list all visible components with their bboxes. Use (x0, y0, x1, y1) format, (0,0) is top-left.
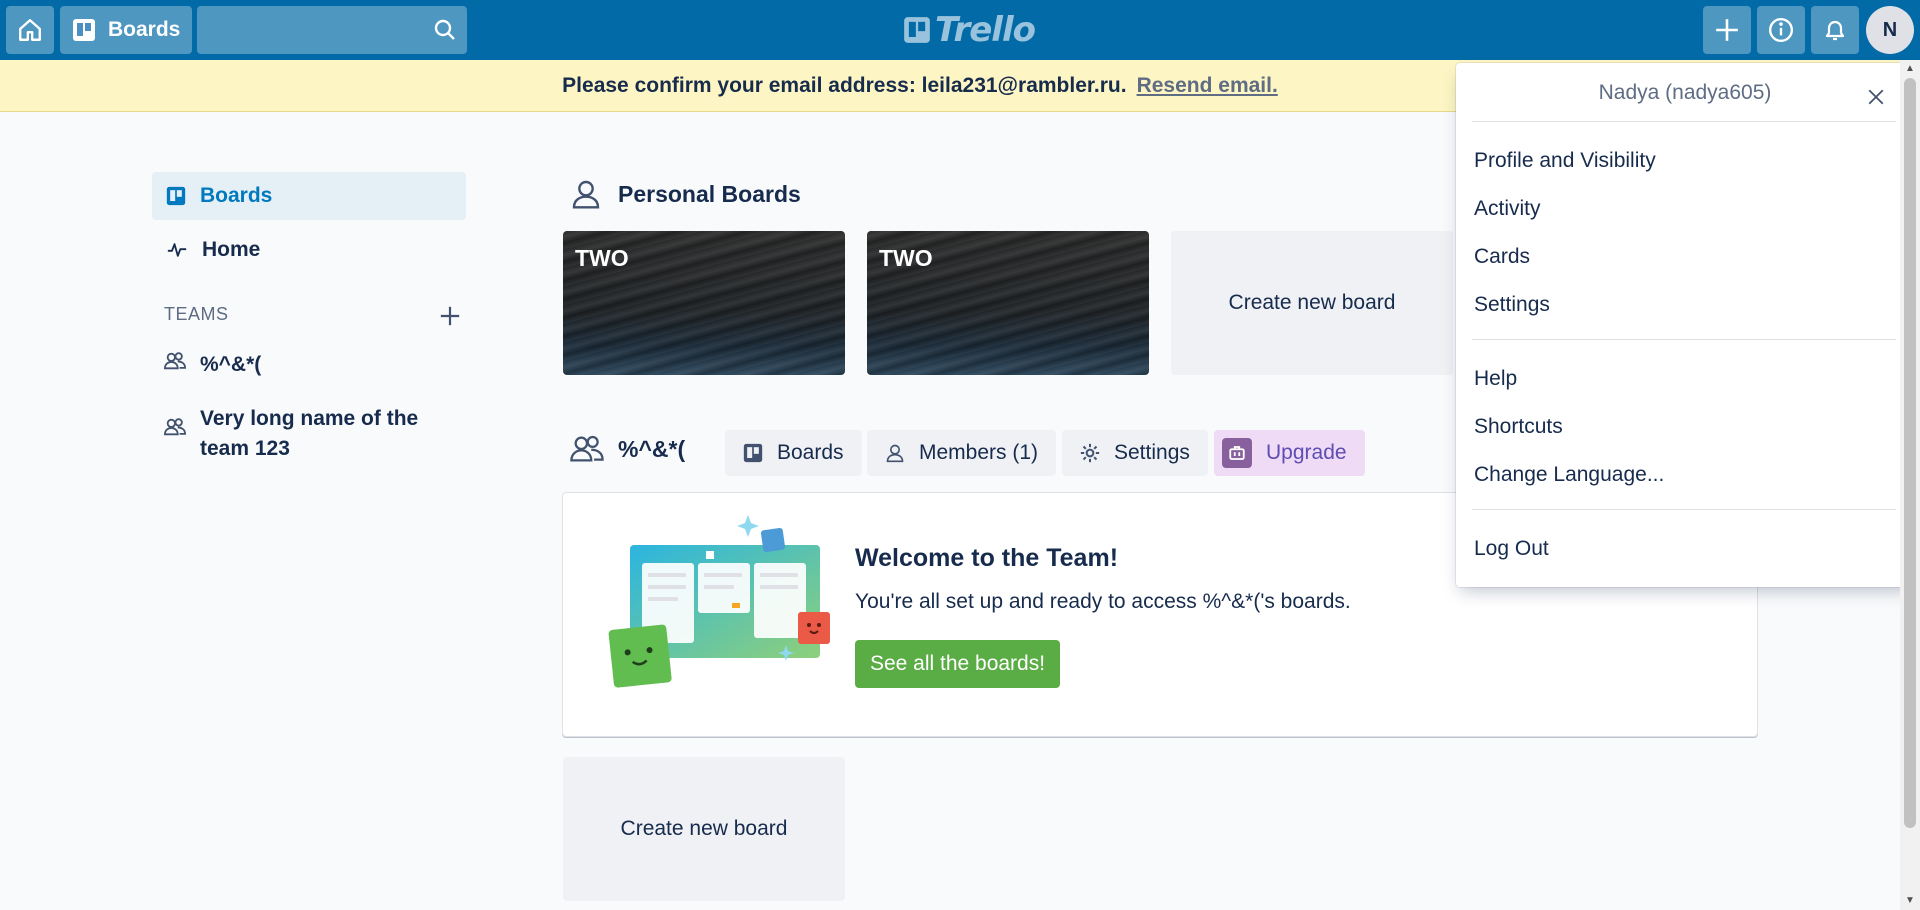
create-button[interactable] (1703, 6, 1751, 54)
menu-item-shortcuts[interactable]: Shortcuts (1474, 415, 1563, 439)
gear-icon (1080, 443, 1100, 463)
search-input[interactable] (197, 6, 467, 54)
bell-icon (1825, 20, 1845, 41)
scrollbar-thumb[interactable] (1904, 78, 1916, 828)
close-icon (1868, 89, 1884, 105)
sidebar-team-item[interactable]: %^&*( (164, 350, 261, 380)
menu-divider (1472, 339, 1896, 340)
create-new-board-tile[interactable]: Create new board (1171, 231, 1453, 375)
create-new-board-label: Create new board (1228, 291, 1396, 314)
board-tile[interactable]: TWO (563, 231, 845, 375)
page-scrollbar[interactable]: ▲ ▼ (1900, 60, 1920, 910)
sidebar-item-home[interactable]: Home (152, 226, 466, 274)
sidebar-item-label: Home (202, 238, 261, 261)
menu-item-activity[interactable]: Activity (1474, 197, 1541, 221)
notifications-button[interactable] (1811, 6, 1859, 54)
sidebar-item-boards[interactable]: Boards (152, 172, 466, 220)
welcome-title: Welcome to the Team! (855, 544, 1119, 572)
tab-team-settings[interactable]: Settings (1062, 430, 1208, 476)
trello-logo-text: Trello (935, 10, 1036, 50)
plus-icon (440, 306, 460, 326)
personal-boards-heading: Personal Boards (570, 178, 801, 210)
tab-team-boards[interactable]: Boards (725, 430, 862, 476)
scroll-down-arrow-icon[interactable]: ▼ (1904, 894, 1916, 906)
welcome-description: You're all set up and ready to access %^… (855, 590, 1351, 613)
resend-email-link[interactable]: Resend email. (1137, 74, 1278, 98)
menu-title: Nadya (nadya605) (1598, 81, 1772, 104)
menu-item-help[interactable]: Help (1474, 367, 1517, 391)
menu-item-settings[interactable]: Settings (1474, 293, 1550, 317)
team-name: %^&*( (618, 435, 686, 462)
board-icon (743, 443, 763, 463)
tab-label: Upgrade (1266, 441, 1347, 464)
tab-team-members[interactable]: Members (1) (867, 430, 1057, 476)
menu-item-profile[interactable]: Profile and Visibility (1474, 149, 1656, 173)
sidebar-team-item[interactable]: Very long name of the team 123 (164, 404, 444, 464)
plus-icon (1716, 19, 1738, 41)
trello-logo-icon (904, 17, 930, 43)
avatar[interactable]: N (1866, 6, 1914, 54)
home-button[interactable] (6, 6, 54, 54)
personal-boards-title: Personal Boards (618, 180, 801, 207)
team-label: %^&*( (200, 353, 262, 376)
sidebar-item-label: Boards (200, 184, 273, 207)
boards-button[interactable]: Boards (60, 6, 192, 54)
teams-heading: TEAMS (164, 304, 229, 324)
search-field[interactable] (197, 6, 467, 54)
home-icon (19, 19, 41, 41)
person-icon (572, 180, 600, 209)
scroll-up-arrow-icon[interactable]: ▲ (1904, 62, 1916, 74)
team-heading: %^&*( (570, 432, 685, 466)
info-icon (1768, 17, 1794, 43)
board-tile-name: TWO (879, 245, 933, 271)
menu-divider (1472, 509, 1896, 510)
create-new-board-tile[interactable]: Create new board (563, 757, 845, 901)
menu-item-change-language[interactable]: Change Language... (1474, 463, 1664, 487)
tab-label: Settings (1114, 441, 1190, 464)
account-menu: Nadya (nadya605) Profile and Visibility … (1456, 63, 1914, 587)
briefcase-icon (1222, 438, 1252, 468)
see-all-boards-button[interactable]: See all the boards! (855, 640, 1060, 688)
info-button[interactable] (1757, 6, 1805, 54)
add-team-button[interactable] (436, 302, 464, 330)
team-icon (164, 352, 186, 370)
activity-icon (167, 243, 187, 257)
team-icon (164, 418, 186, 436)
tab-label: Members (1) (919, 441, 1039, 464)
banner-message: Please confirm your email address: leila… (562, 73, 1127, 97)
menu-divider (1472, 121, 1896, 122)
create-new-board-label: Create new board (620, 817, 788, 840)
trello-logo[interactable]: Trello (903, 10, 1036, 50)
tab-team-upgrade[interactable]: Upgrade (1214, 430, 1365, 476)
boards-button-label: Boards (108, 18, 181, 41)
board-tile-name: TWO (575, 245, 629, 271)
close-menu-button[interactable] (1856, 77, 1896, 117)
team-icon (570, 435, 604, 462)
top-header: Boards Trello N (0, 0, 1920, 60)
menu-item-log-out[interactable]: Log Out (1474, 537, 1549, 561)
tab-label: Boards (777, 441, 844, 464)
team-welcome-illustration (608, 515, 830, 688)
menu-item-cards[interactable]: Cards (1474, 245, 1530, 269)
person-icon (886, 444, 904, 463)
board-icon (166, 186, 186, 206)
board-icon (73, 19, 95, 41)
team-label: Very long name of the team 123 (200, 407, 419, 460)
board-tile[interactable]: TWO (867, 231, 1149, 375)
